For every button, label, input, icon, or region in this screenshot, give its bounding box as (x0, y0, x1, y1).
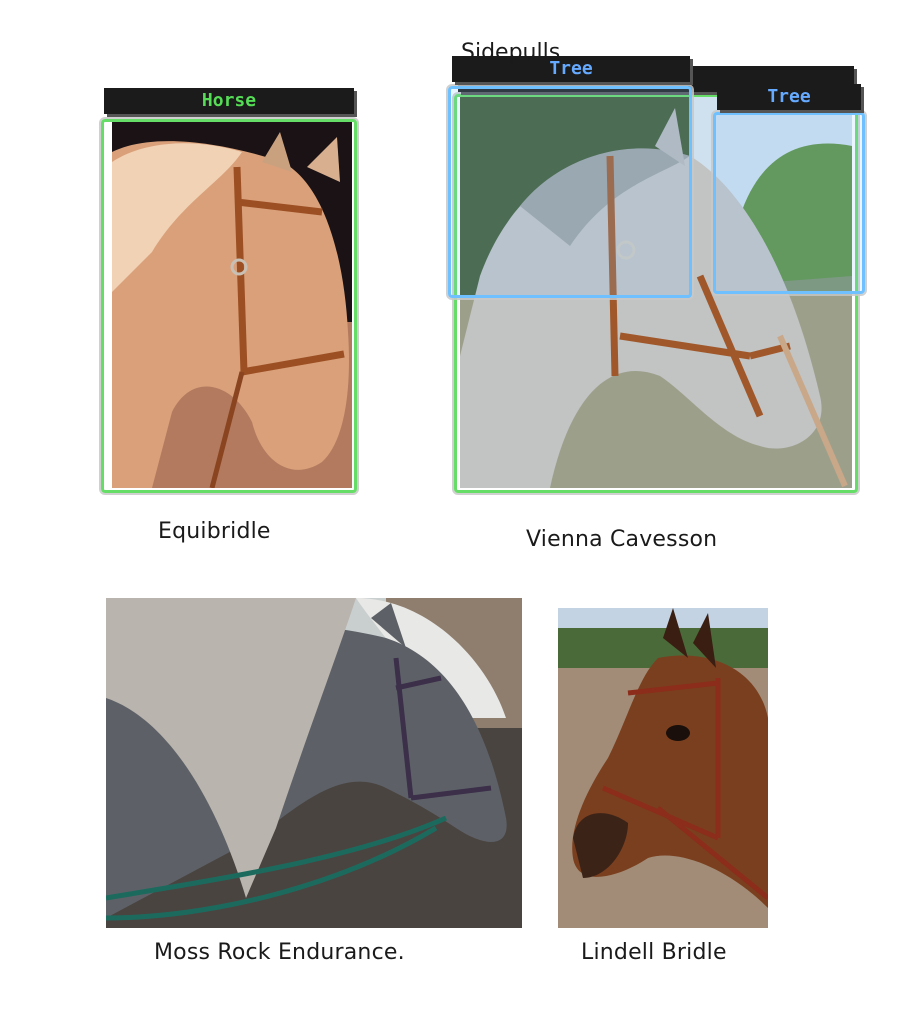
horse-detection-box (101, 119, 357, 493)
horse-detection-label: Horse (104, 88, 354, 114)
tree-detection-label: Tree (717, 84, 861, 110)
lindell-caption: Lindell Bridle (581, 940, 727, 965)
tree-detection-box (713, 112, 865, 294)
sidepulls-caption: Sidepulls (461, 40, 561, 65)
equibridle-caption: Equibridle (158, 519, 271, 544)
vienna-cavesson-caption: Vienna Cavesson (526, 527, 718, 552)
tree-detection-box (448, 86, 692, 298)
moss-rock-photo (106, 598, 522, 928)
moss-rock-caption: Moss Rock Endurance. (154, 940, 405, 965)
lindell-photo (558, 608, 768, 928)
long-mane-horse-image (106, 598, 522, 928)
bay-horse-image (558, 608, 768, 928)
